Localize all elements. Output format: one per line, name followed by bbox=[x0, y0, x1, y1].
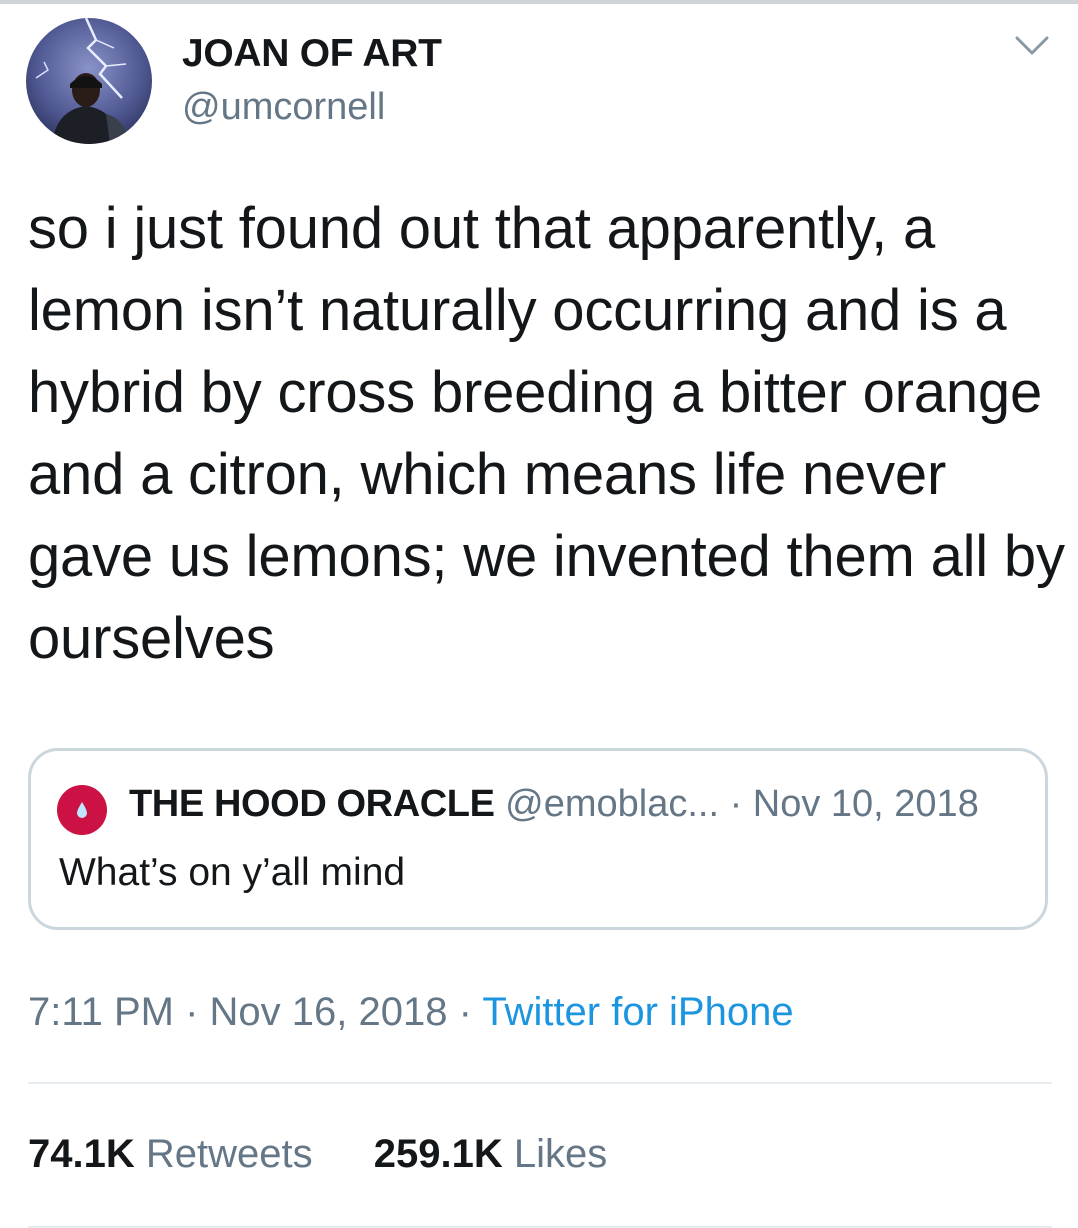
quoted-text: What’s on y’all mind bbox=[59, 851, 406, 894]
likes-count: 259.1K bbox=[373, 1132, 503, 1176]
quoted-tweet-card[interactable]: THE HOOD ORACLE @emoblac... · Nov 10, 20… bbox=[28, 748, 1048, 930]
tweet-text: so i just found out that apparently, a l… bbox=[28, 196, 1065, 671]
author-display-name[interactable]: JOAN OF ART bbox=[182, 32, 442, 76]
tweet-time-date: 7:11 PM · Nov 16, 2018 · bbox=[28, 990, 483, 1034]
quoted-display-name: THE HOOD ORACLE bbox=[129, 783, 495, 825]
likes-stat[interactable]: 259.1K Likes bbox=[374, 1132, 607, 1177]
retweets-label: Retweets bbox=[134, 1132, 313, 1176]
stats-divider-top bbox=[28, 1082, 1052, 1084]
tweet-source-link[interactable]: Twitter for iPhone bbox=[482, 990, 793, 1034]
quoted-handle-date: @emoblac... · Nov 10, 2018 bbox=[505, 783, 979, 825]
retweets-count: 74.1K bbox=[28, 1132, 135, 1176]
quoted-header: THE HOOD ORACLE @emoblac... · Nov 10, 20… bbox=[129, 783, 979, 826]
tweet-timestamp-row: 7:11 PM · Nov 16, 2018 · Twitter for iPh… bbox=[28, 990, 794, 1035]
retweets-stat[interactable]: 74.1K Retweets bbox=[28, 1132, 313, 1177]
author-handle[interactable]: @umcornell bbox=[182, 86, 385, 129]
chevron-down-icon[interactable] bbox=[1014, 32, 1050, 60]
author-avatar[interactable] bbox=[26, 18, 152, 144]
tweet-stats: 74.1K Retweets 259.1K Likes bbox=[28, 1132, 657, 1177]
droplet-icon bbox=[77, 802, 87, 818]
avatar-photo-icon bbox=[26, 18, 152, 144]
likes-label: Likes bbox=[502, 1132, 608, 1176]
top-divider bbox=[0, 0, 1078, 4]
quoted-avatar bbox=[57, 785, 107, 835]
